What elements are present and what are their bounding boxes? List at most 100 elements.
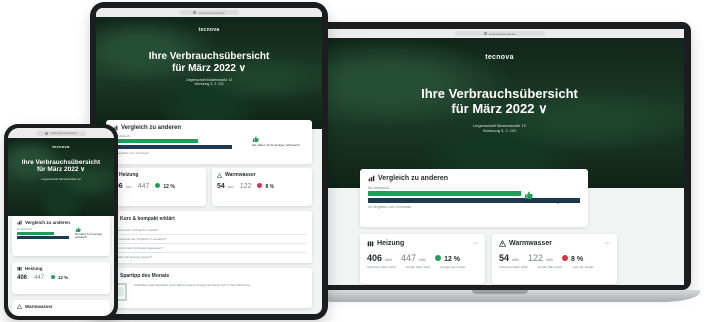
address-bar[interactable]: verbrauchsportal.de	[36, 130, 86, 136]
heating-unit: kWh	[385, 258, 393, 262]
others-consumption-bar	[112, 145, 232, 149]
phone-device: verbrauchsportal.de tecnova Ihre Verbrau…	[4, 124, 118, 320]
address-line1: Liegenschaft Musterstraße 12	[41, 176, 81, 181]
warmwater-title: Warmwasser	[25, 304, 53, 309]
heating-change: 12 %	[163, 184, 175, 190]
faq-item[interactable]: Warum ist mein Verbrauch gestiegen?	[112, 244, 306, 253]
comparison-feedback: Sie haben 12 % weniger verbraucht	[75, 227, 105, 239]
warmwater-title: Warmwasser	[509, 240, 552, 247]
faq-title: Kurz & kompakt erklärt	[120, 216, 175, 222]
more-icon[interactable]: ···	[605, 241, 610, 247]
heating-change: 12 %	[58, 275, 69, 280]
warmwater-unit: kWh	[512, 258, 520, 262]
warmwater-change: 8 %	[265, 184, 275, 190]
heating-compare-value: 447	[401, 253, 417, 263]
warmwater-card[interactable]: Warmwasser 54 kWh 122 8 %	[212, 168, 312, 206]
warmwater-label-compare: Vorjahr März 2021	[537, 265, 563, 269]
your-consumption-bar	[112, 139, 199, 143]
laptop-screen: verbrauchsportal.de tecnova Ihre Verbrau…	[315, 29, 684, 285]
heating-label-change: weniger als Vorjahr	[440, 265, 466, 269]
comparison-title: Vergleich zu anderen	[368, 175, 580, 182]
page-title-line1: Ihre Verbrauchsübersicht	[21, 159, 101, 166]
address-bar[interactable]: verbrauchsportal.de	[179, 10, 239, 15]
increase-indicator-icon	[562, 255, 569, 261]
warmwater-title: Warmwasser	[225, 172, 256, 178]
laptop-notch	[472, 290, 528, 294]
comparison-card: Vergleich zu anderen Ihr Verbrauch im Ve…	[106, 120, 312, 164]
warmwater-card[interactable]: Warmwasser	[12, 300, 110, 316]
hero-banner: tecnova Ihre Verbrauchsübersicht für Mär…	[315, 38, 684, 188]
faq-card: Kurz & kompakt erklärt Wie wird mein Ver…	[106, 211, 312, 263]
comparison-feedback: Sie haben 12 % weniger verbraucht	[524, 191, 580, 204]
page-title-line2[interactable]: für März 2022 ∨	[96, 63, 322, 75]
tip-text: Stoßlüften statt Kipplüften spart Heizen…	[134, 283, 251, 287]
comparison-note: im Vergleich zum Vormonat	[112, 151, 149, 155]
tablet-browser-bar: verbrauchsportal.de	[96, 8, 322, 17]
faq-item[interactable]: Wie wird mein Verbrauch ermittelt?	[112, 226, 306, 235]
warmwater-compare-value: 122	[528, 253, 544, 263]
heating-value: 406	[17, 275, 28, 281]
warning-icon	[17, 304, 22, 309]
tablet-screen: verbrauchsportal.de tecnova Ihre Verbrau…	[96, 8, 322, 314]
brand-logo: tecnova	[485, 54, 514, 61]
comparison-card: Vergleich zu anderen Ihr Verbrauch Sie h…	[12, 216, 110, 256]
warning-icon	[217, 172, 222, 178]
address-bar[interactable]: verbrauchsportal.de	[454, 31, 545, 36]
bar-chart-icon	[17, 220, 22, 225]
page-title-line2[interactable]: für März 2022 ∨	[315, 101, 684, 117]
decrease-indicator-icon	[51, 275, 56, 279]
heating-card[interactable]: Heizung 406 kWh 447 12 %	[106, 168, 206, 206]
your-consumption-bar	[17, 232, 55, 235]
laptop-device: verbrauchsportal.de tecnova Ihre Verbrau…	[300, 22, 700, 314]
warmwater-compare-value: 122	[239, 183, 252, 190]
lock-icon	[193, 11, 197, 14]
decrease-indicator-icon	[155, 183, 161, 188]
thumbs-up-icon	[75, 227, 81, 232]
heating-compare-value: 447	[137, 183, 150, 190]
heating-card[interactable]: Heizung 406 447 12 %	[12, 262, 110, 294]
comparison-feedback: Sie haben 12 % weniger verbraucht	[252, 136, 304, 147]
heating-title: Heizung	[377, 240, 405, 247]
decrease-indicator-icon	[435, 255, 442, 261]
warmwater-label-current: Verbrauch März 2022	[499, 265, 528, 269]
heating-label-compare: Vorjahr März 2021	[405, 265, 431, 269]
tip-card: Spartipp des Monats Stoßlüften statt Kip…	[106, 268, 312, 308]
heating-title: Heizung	[119, 172, 139, 178]
brand-logo: tecnova	[52, 144, 70, 149]
warmwater-unit: kWh	[227, 185, 234, 189]
page-title-line1: Ihre Verbrauchsübersicht	[148, 51, 270, 62]
faq-item[interactable]: Was bedeutet der Vergleich zu anderen?	[112, 235, 306, 244]
warmwater-value: 54	[217, 183, 225, 190]
heating-card[interactable]: Heizung ··· 406 kWh 447 kWh 12 % Verbrau…	[360, 234, 485, 284]
page-title-line2[interactable]: für März 2022 ∨	[8, 166, 114, 173]
heating-unit: kWh	[125, 185, 132, 189]
your-consumption-bar	[368, 191, 521, 196]
bar-chart-icon	[368, 175, 375, 182]
radiator-icon	[17, 267, 22, 271]
heating-title: Heizung	[25, 266, 43, 271]
address-text: verbrauchsportal.de	[488, 31, 516, 36]
heating-change: 12 %	[444, 256, 461, 263]
warmwater-label-change: mehr als Vorjahr	[572, 265, 595, 269]
warmwater-value: 54	[499, 253, 510, 263]
phone-screen: verbrauchsportal.de tecnova Ihre Verbrau…	[8, 128, 114, 316]
tablet-device: verbrauchsportal.de tecnova Ihre Verbrau…	[90, 2, 328, 320]
faq-item[interactable]: Wie kann ich Energie sparen?	[112, 253, 306, 261]
comparison-note: im Vergleich zum Vormonat	[368, 205, 411, 209]
warmwater-card[interactable]: Warmwasser ··· 54 kWh 122 kWh 8 % Verbra…	[492, 234, 617, 284]
thumbs-up-icon	[252, 136, 259, 142]
heating-label-current: Verbrauch März 2022	[367, 265, 396, 269]
lock-icon	[45, 131, 49, 135]
hero-banner: tecnova Ihre Verbrauchsübersicht für Mär…	[8, 138, 114, 216]
lock-icon	[483, 32, 487, 35]
tip-title: Spartipp des Monats	[120, 273, 170, 279]
radiator-icon	[367, 241, 374, 247]
heating-compare-unit: kWh	[419, 258, 427, 262]
comparison-card: Vergleich zu anderen Ihr Verbrauch im Ve…	[360, 169, 588, 227]
you-label: Ihr Verbrauch	[112, 134, 131, 138]
page-title-line1: Ihre Verbrauchsübersicht	[421, 86, 578, 101]
others-consumption-bar	[17, 236, 69, 239]
warmwater-compare-unit: kWh	[546, 258, 554, 262]
thumbs-up-icon	[524, 191, 533, 199]
more-icon[interactable]: ···	[473, 241, 478, 247]
